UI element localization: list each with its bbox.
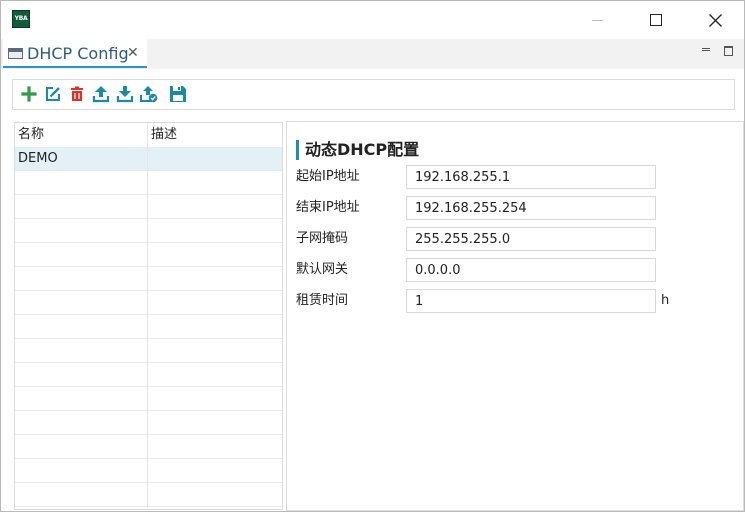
plus-icon [21, 86, 37, 102]
table-row[interactable]: DEMO [15, 147, 282, 171]
add-button[interactable] [20, 85, 38, 103]
tab-strip: DHCP Config ✕ [1, 39, 744, 69]
empty-row [15, 483, 282, 507]
save-button[interactable] [169, 85, 187, 103]
title-bar: YBA [1, 1, 744, 39]
row-name-cell: DEMO [15, 147, 148, 171]
maximize-button[interactable] [627, 1, 685, 39]
empty-row [15, 363, 282, 387]
app-window: YBA DHCP Config ✕ 名称 描述 DEMO 动态DHCP配置 起始… [0, 0, 745, 512]
deploy-icon [140, 86, 158, 103]
empty-row [15, 243, 282, 267]
column-header-description[interactable]: 描述 [148, 123, 282, 147]
list-header: 名称 描述 [15, 123, 282, 147]
empty-cell [148, 219, 282, 243]
empty-cell [15, 459, 148, 483]
empty-row [15, 315, 282, 339]
upload-icon [92, 86, 110, 103]
section-title: 动态DHCP配置 [296, 140, 419, 160]
delete-button[interactable] [68, 85, 86, 103]
config-icon [8, 48, 23, 59]
empty-cell [148, 291, 282, 315]
empty-row [15, 411, 282, 435]
edit-icon [46, 87, 60, 101]
empty-cell [148, 459, 282, 483]
empty-cell [148, 267, 282, 291]
column-header-name[interactable]: 名称 [15, 123, 148, 147]
empty-row [15, 195, 282, 219]
toolbar [12, 79, 735, 110]
lease-time-label: 租赁时间 [296, 293, 349, 308]
empty-cell [15, 267, 148, 291]
start-ip-label: 起始IP地址 [296, 169, 360, 184]
empty-cell [148, 411, 282, 435]
download-icon [116, 86, 134, 103]
empty-cell [148, 243, 282, 267]
view-maximize-icon[interactable] [724, 46, 733, 56]
empty-cell [15, 363, 148, 387]
empty-cell [15, 243, 148, 267]
empty-cell [15, 411, 148, 435]
empty-cell [148, 435, 282, 459]
empty-cell [15, 339, 148, 363]
empty-row [15, 435, 282, 459]
empty-cell [15, 435, 148, 459]
close-window-button[interactable] [686, 1, 744, 39]
default-gateway-label: 默认网关 [296, 262, 349, 277]
view-minimize-icon[interactable] [702, 48, 710, 51]
empty-cell [148, 483, 282, 507]
empty-cell [148, 171, 282, 195]
empty-cell [15, 387, 148, 411]
empty-row [15, 339, 282, 363]
default-gateway-input[interactable] [406, 258, 656, 282]
empty-row [15, 291, 282, 315]
minimize-button[interactable] [568, 1, 626, 39]
dhcp-form-panel: 动态DHCP配置 起始IP地址 结束IP地址 子网掩码 默认网关 租赁时间 h [286, 121, 744, 511]
close-icon [708, 13, 722, 27]
empty-cell [15, 315, 148, 339]
download-button[interactable] [116, 85, 134, 103]
empty-row [15, 171, 282, 195]
subnet-mask-label: 子网掩码 [296, 231, 349, 246]
save-icon [170, 86, 186, 102]
empty-row [15, 219, 282, 243]
minimize-icon [591, 19, 603, 21]
empty-cell [15, 195, 148, 219]
config-list: 名称 描述 DEMO [14, 122, 283, 510]
trash-icon [71, 86, 83, 101]
empty-cell [15, 219, 148, 243]
end-ip-input[interactable] [406, 196, 656, 220]
lease-time-unit: h [661, 293, 670, 308]
edit-button[interactable] [44, 85, 62, 103]
empty-cell [148, 387, 282, 411]
empty-cell [148, 315, 282, 339]
tab-dhcp-config[interactable]: DHCP Config ✕ [3, 39, 147, 68]
empty-row [15, 267, 282, 291]
empty-cell [148, 339, 282, 363]
empty-cell [15, 483, 148, 507]
apply-button[interactable] [140, 85, 158, 103]
empty-cell [15, 171, 148, 195]
empty-row [15, 459, 282, 483]
empty-cell [15, 291, 148, 315]
tab-close-icon[interactable]: ✕ [127, 45, 139, 61]
empty-cell [148, 195, 282, 219]
row-description-cell [148, 147, 282, 171]
subnet-mask-input[interactable] [406, 227, 656, 251]
empty-row [15, 387, 282, 411]
empty-cell [148, 363, 282, 387]
upload-button[interactable] [92, 85, 110, 103]
list-rows: DEMO [15, 147, 282, 507]
app-logo: YBA [12, 10, 30, 28]
lease-time-input[interactable] [406, 289, 656, 313]
end-ip-label: 结束IP地址 [296, 200, 360, 215]
tab-label: DHCP Config [27, 44, 129, 63]
maximize-icon [650, 14, 662, 26]
start-ip-input[interactable] [406, 165, 656, 189]
